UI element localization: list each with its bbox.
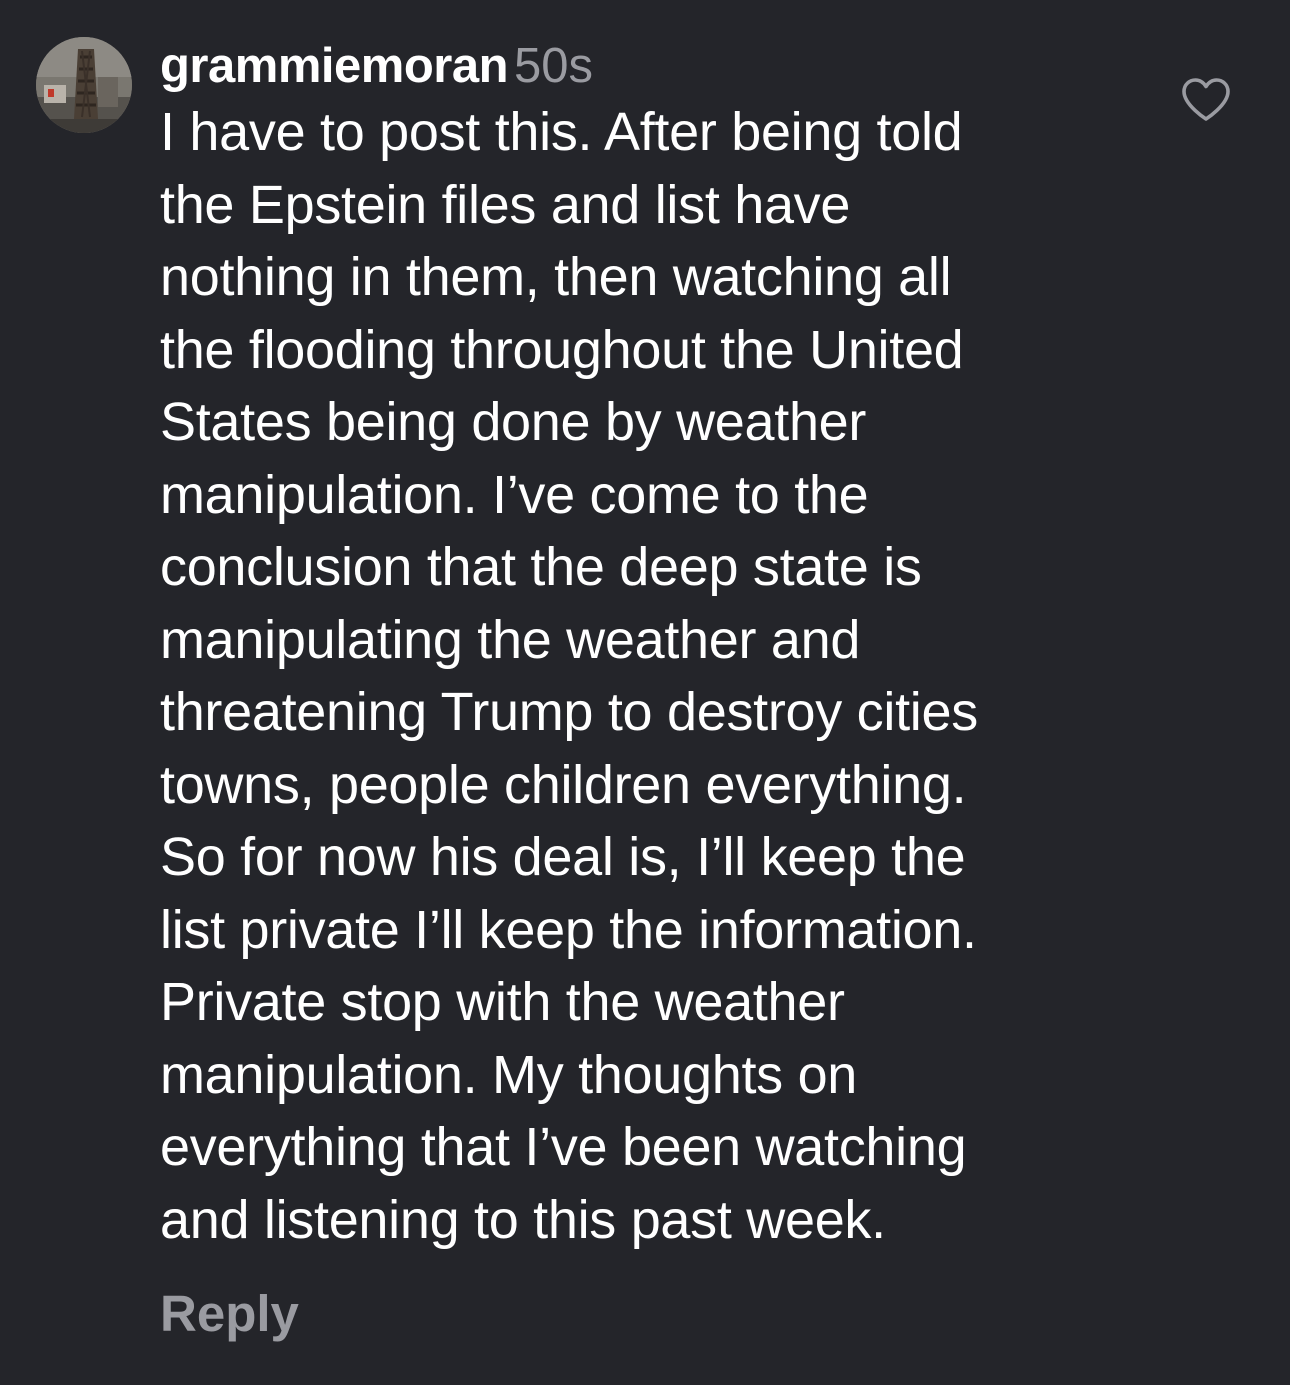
profile-photo-icon [36, 37, 132, 133]
comment-text-line: manipulation. I’ve come to the [160, 464, 869, 525]
timestamp: 50s [514, 39, 594, 93]
comment-text-line: conclusion that the deep state is [160, 537, 922, 597]
comment-text-line: the Epstein files and list have [160, 174, 851, 235]
comment-text-line: threatening Trump to destroy cities [160, 682, 978, 742]
comment-text-line: everything that I’ve been watching [160, 1117, 967, 1177]
comment-text-line: nothing in them, then watching all [160, 247, 952, 307]
comment-text-line: manipulation. My thoughts on [160, 1044, 858, 1105]
comment: grammiemoran 50s I have to post this. Aft… [0, 0, 1290, 1385]
avatar[interactable] [36, 37, 132, 133]
reply-button[interactable]: Reply [160, 1282, 299, 1346]
comment-text-line: towns, people children everything. [160, 754, 967, 815]
comment-header: grammiemoran 50s [160, 36, 1140, 96]
comment-text-line: I have to post this. After being told [160, 102, 963, 162]
like-button[interactable] [1180, 76, 1232, 124]
comment-text-line: So for now his deal is, I’ll keep the [160, 827, 966, 887]
heart-outline-icon [1182, 78, 1230, 121]
comment-body: grammiemoran 50s I have to post this. Aft… [160, 36, 1140, 1256]
comment-text-line: States being done by weather [160, 392, 867, 452]
username[interactable]: grammiemoran [160, 39, 509, 93]
comment-text-line: manipulating the weather and [160, 609, 861, 670]
comment-text-line: list private I’ll keep the information. [160, 899, 977, 960]
comment-text-line: the flooding throughout the United [160, 319, 964, 380]
comment-text-line: and listening to this past week. [160, 1189, 886, 1250]
comment-text: I have to post this. After being told th… [160, 96, 1140, 1256]
comment-text-line: Private stop with the weather [160, 972, 845, 1032]
